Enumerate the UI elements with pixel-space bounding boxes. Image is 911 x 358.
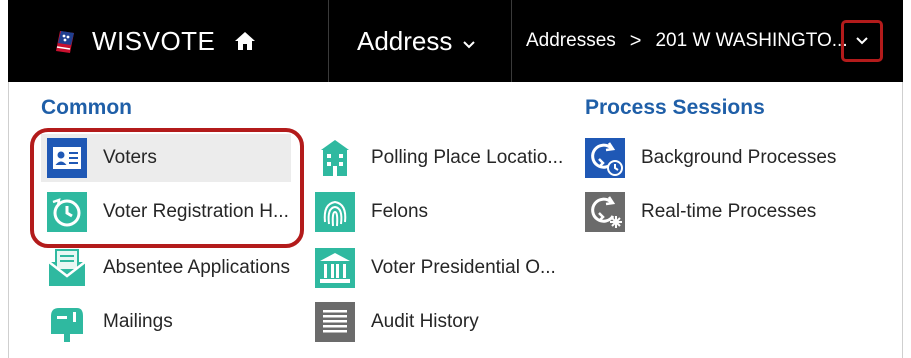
voters-id-card-icon [47,138,87,178]
menu-item-audit-history[interactable]: Audit History [309,298,569,346]
menu-item-label: Voters [103,147,157,168]
fingerprint-icon [315,192,355,232]
chevron-down-icon [856,37,868,45]
menu-item-label: Felons [371,201,429,222]
flag-logo-icon[interactable] [52,27,80,55]
menu-item-voters[interactable]: Voters [41,134,291,182]
realtime-process-icon [585,192,625,232]
navigation-menu-panel: Common Process Sessions Voters Voter Reg… [8,82,903,358]
menu-item-label: Polling Place Locatio... [371,147,564,168]
menu-item-voter-presidential[interactable]: Voter Presidential O... [309,244,569,292]
menu-item-real-time-processes[interactable]: Real-time Processes [579,188,839,236]
menu-item-felons[interactable]: Felons [309,188,569,236]
background-process-icon [585,138,625,178]
menu-item-label: Absentee Applications [103,257,290,278]
app-name[interactable]: WISVOTE [92,26,215,57]
mailbox-icon [51,308,83,342]
menu-item-mailings[interactable]: Mailings [41,298,291,346]
breadcrumb-expand-button[interactable] [841,20,883,62]
menu-item-label: Voter Presidential O... [371,257,556,278]
brand-area: WISVOTE [8,0,328,82]
menu-item-label: Voter Registration H... [103,201,289,222]
home-icon[interactable] [233,29,257,53]
menu-item-label: Background Processes [641,147,837,168]
chevron-down-icon [463,41,476,49]
government-building-icon [315,248,355,288]
breadcrumb-separator: > [629,29,642,52]
breadcrumb-current[interactable]: 201 W WASHINGTO... [655,30,847,52]
polling-place-building-icon [321,140,349,176]
clock-history-icon [47,192,87,232]
menu-item-polling-place-locations[interactable]: Polling Place Locatio... [309,134,569,182]
absentee-envelope-icon [48,249,86,286]
menu-item-label: Mailings [103,311,173,332]
menu-item-label: Real-time Processes [641,201,817,222]
audit-list-icon [315,302,355,342]
top-navigation-bar: WISVOTE Address Addresses > 201 W WASHIN… [8,0,903,82]
group-title-process-sessions: Process Sessions [585,96,765,119]
menu-item-label: Audit History [371,311,479,332]
entity-label: Address [357,25,453,56]
entity-selector[interactable]: Address [329,0,511,82]
menu-item-background-processes[interactable]: Background Processes [579,134,839,182]
menu-item-absentee-applications[interactable]: Absentee Applications [41,244,301,292]
breadcrumb-parent[interactable]: Addresses [526,30,616,52]
menu-item-voter-registration-history[interactable]: Voter Registration H... [41,188,291,236]
group-title-common: Common [41,96,132,119]
